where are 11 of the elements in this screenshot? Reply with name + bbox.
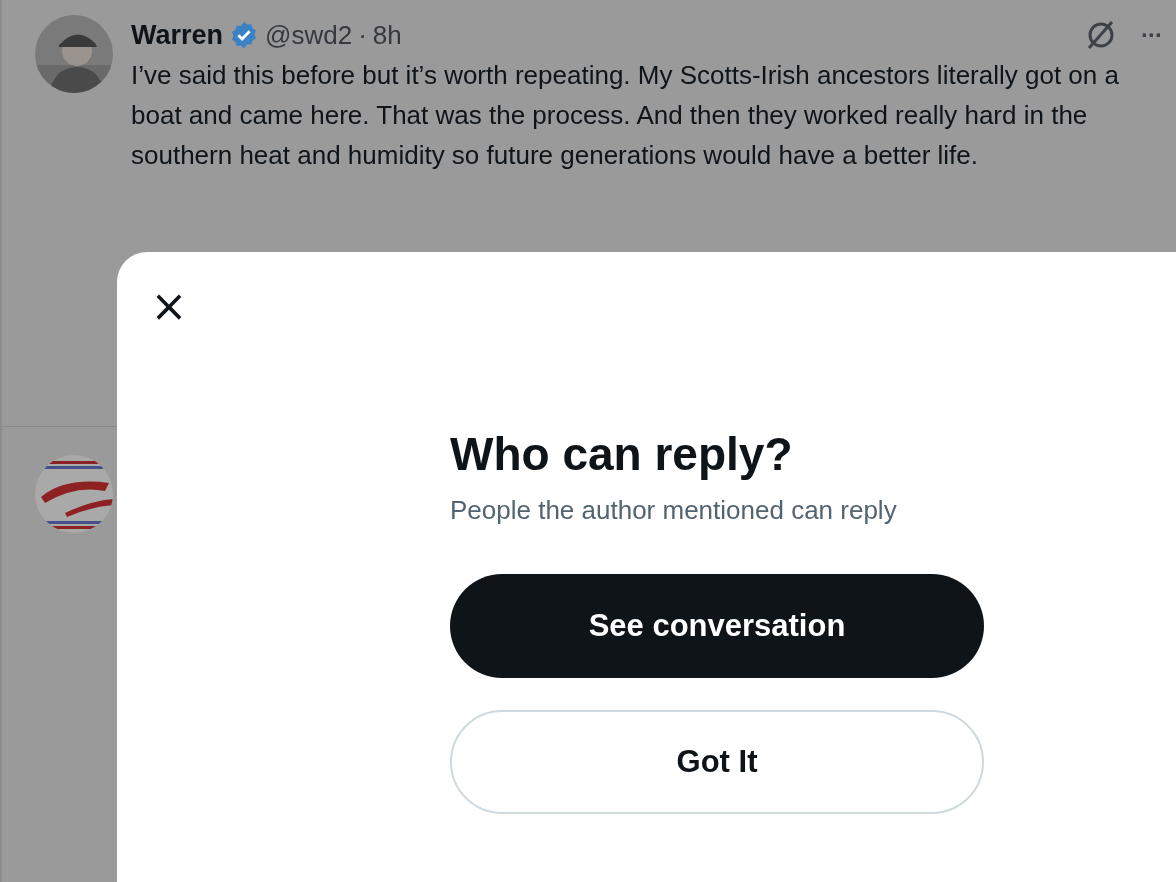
timestamp[interactable]: 8h — [372, 19, 402, 51]
author-name[interactable]: Warren — [131, 19, 224, 51]
user-handle[interactable]: @swd2 — [265, 19, 353, 51]
see-conversation-button[interactable]: See conversation — [450, 574, 984, 678]
dialog-title: Who can reply? — [450, 427, 794, 482]
separator-dot: · — [358, 19, 367, 51]
tweet-text: I’ve said this before but it’s worth repeating. My Scotts-Irish ancestors literally got on a boat and came here. That was the process. And then they worked really hard in the southern heat and humidity so future generations would have a better life. — [131, 59, 1120, 172]
got-it-button[interactable]: Got It — [450, 710, 984, 814]
dialog-subtitle: People the author mentioned can reply — [450, 494, 898, 527]
close-button[interactable]: × — [149, 286, 189, 326]
more-options-button[interactable]: ··· — [1141, 21, 1162, 49]
